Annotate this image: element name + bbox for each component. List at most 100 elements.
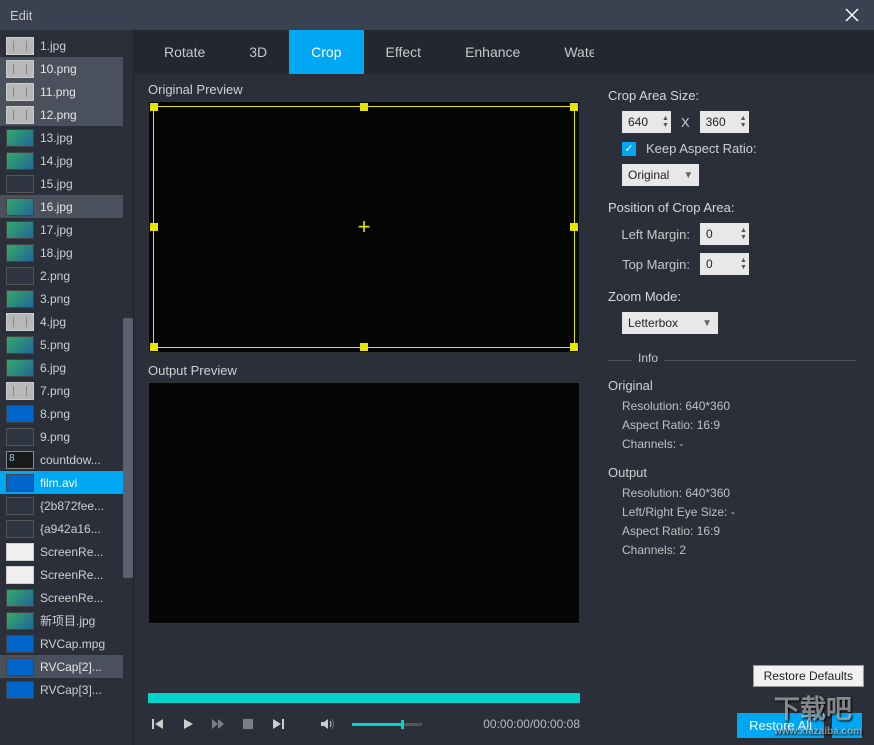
file-item[interactable]: {a942a16...: [0, 517, 133, 540]
file-item[interactable]: ScreenRe...: [0, 540, 133, 563]
tab-crop[interactable]: Crop: [289, 30, 363, 74]
stop-button[interactable]: [238, 714, 258, 734]
crop-handle-bl[interactable]: [150, 343, 158, 351]
file-thumbnail: [6, 198, 34, 216]
file-item[interactable]: RVCap.mpg: [0, 632, 133, 655]
crop-rectangle[interactable]: +: [153, 106, 575, 348]
file-thumbnail: [6, 106, 34, 124]
file-thumbnail: [6, 336, 34, 354]
file-item[interactable]: 1.jpg: [0, 34, 133, 57]
file-item[interactable]: 13.jpg: [0, 126, 133, 149]
file-item[interactable]: film.avi: [0, 471, 133, 494]
keep-aspect-checkbox[interactable]: ✓: [622, 142, 636, 156]
crop-handle-br[interactable]: [570, 343, 578, 351]
crop-handle-ml[interactable]: [150, 223, 158, 231]
file-item[interactable]: 10.png: [0, 57, 133, 80]
file-item[interactable]: 16.jpg: [0, 195, 133, 218]
file-item[interactable]: 2.png: [0, 264, 133, 287]
file-item[interactable]: 12.png: [0, 103, 133, 126]
file-item[interactable]: 9.png: [0, 425, 133, 448]
file-name: 14.jpg: [40, 154, 73, 168]
file-item[interactable]: ScreenRe...: [0, 586, 133, 609]
file-name: 3.png: [40, 292, 70, 306]
file-name: {2b872fee...: [40, 499, 104, 513]
file-item[interactable]: 14.jpg: [0, 149, 133, 172]
volume-icon[interactable]: [318, 714, 338, 734]
timeline-scrubber[interactable]: [148, 693, 580, 703]
file-name: RVCap[2]...: [40, 660, 102, 674]
file-item[interactable]: ScreenRe...: [0, 563, 133, 586]
file-thumbnail: [6, 612, 34, 630]
top-margin-input[interactable]: ▲▼: [700, 253, 749, 275]
info-original-head: Original: [608, 378, 856, 393]
apply-button[interactable]: [832, 713, 862, 738]
original-preview-label: Original Preview: [148, 82, 580, 97]
file-sidebar: 1.jpg10.png 11.png 12.png 13.jpg 14.jpg 15.jp…: [0, 30, 134, 745]
tab-enhance[interactable]: Enhance: [443, 30, 542, 74]
file-item[interactable]: 11.png: [0, 80, 133, 103]
file-item[interactable]: countdow...: [0, 448, 133, 471]
file-item[interactable]: RVCap[2]...: [0, 655, 133, 678]
file-item[interactable]: 7.png: [0, 379, 133, 402]
file-thumbnail: [6, 589, 34, 607]
original-preview[interactable]: +: [148, 101, 580, 353]
crop-handle-bm[interactable]: [360, 343, 368, 351]
tab-effect[interactable]: Effect: [364, 30, 444, 74]
file-thumbnail: [6, 60, 34, 78]
file-item[interactable]: 8.png: [0, 402, 133, 425]
file-thumbnail: [6, 658, 34, 676]
file-item[interactable]: 5.png: [0, 333, 133, 356]
zoom-mode-label: Zoom Mode:: [608, 289, 856, 304]
crop-handle-tr[interactable]: [570, 103, 578, 111]
restore-all-button[interactable]: Restore All: [737, 713, 824, 738]
fast-forward-button[interactable]: [208, 714, 228, 734]
file-thumbnail: [6, 520, 34, 538]
file-name: 11.png: [40, 85, 76, 99]
file-item[interactable]: 4.jpg: [0, 310, 133, 333]
crop-handle-tm[interactable]: [360, 103, 368, 111]
file-thumbnail: [6, 451, 34, 469]
file-thumbnail: [6, 313, 34, 331]
prev-button[interactable]: [148, 714, 168, 734]
file-item[interactable]: 17.jpg: [0, 218, 133, 241]
file-item[interactable]: 6.jpg: [0, 356, 133, 379]
tab-3d[interactable]: 3D: [227, 30, 289, 74]
file-thumbnail: [6, 681, 34, 699]
volume-slider[interactable]: [352, 723, 422, 726]
zoom-mode-select[interactable]: Letterbox▼: [622, 312, 718, 334]
next-button[interactable]: [268, 714, 288, 734]
file-item[interactable]: 15.jpg: [0, 172, 133, 195]
close-button[interactable]: [838, 1, 866, 29]
file-thumbnail: [6, 244, 34, 262]
file-thumbnail: [6, 290, 34, 308]
left-margin-label: Left Margin:: [608, 227, 690, 242]
keep-aspect-label: Keep Aspect Ratio:: [646, 141, 757, 156]
info-separator: Info: [608, 354, 856, 366]
crop-handle-tl[interactable]: [150, 103, 158, 111]
file-item[interactable]: 新项目.jpg: [0, 609, 133, 632]
play-button[interactable]: [178, 714, 198, 734]
file-item[interactable]: RVCap[3]...: [0, 678, 133, 701]
left-margin-input[interactable]: ▲▼: [700, 223, 749, 245]
file-name: ScreenRe...: [40, 568, 103, 582]
file-name: RVCap.mpg: [40, 637, 105, 651]
file-thumbnail: [6, 497, 34, 515]
file-thumbnail: [6, 37, 34, 55]
file-thumbnail: [6, 382, 34, 400]
restore-defaults-button[interactable]: Restore Defaults: [753, 665, 864, 687]
sidebar-scrollbar[interactable]: [123, 30, 133, 745]
aspect-ratio-select[interactable]: Original▼: [622, 164, 699, 186]
file-item[interactable]: 3.png: [0, 287, 133, 310]
file-item[interactable]: 18.jpg: [0, 241, 133, 264]
output-preview: [148, 382, 580, 624]
file-item[interactable]: {2b872fee...: [0, 494, 133, 517]
crop-width-input[interactable]: ▲▼: [622, 111, 671, 133]
crop-handle-mr[interactable]: [570, 223, 578, 231]
file-name: 15.jpg: [40, 177, 73, 191]
file-name: 13.jpg: [40, 131, 73, 145]
crop-position-label: Position of Crop Area:: [608, 200, 856, 215]
tab-rotate[interactable]: Rotate: [134, 30, 227, 74]
crop-height-input[interactable]: ▲▼: [700, 111, 749, 133]
file-thumbnail: [6, 221, 34, 239]
file-thumbnail: [6, 405, 34, 423]
